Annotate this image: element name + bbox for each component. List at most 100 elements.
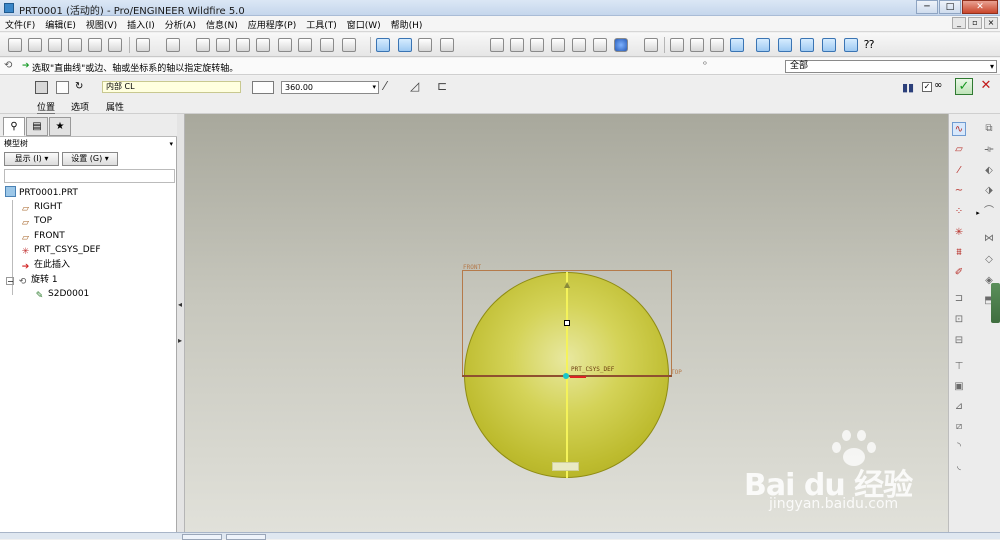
context-help-icon[interactable]: ⁇ <box>864 38 878 52</box>
menu-applications[interactable]: 应用程序(P) <box>243 16 301 31</box>
trim-tool-icon[interactable]: ⬗ <box>982 184 996 198</box>
tree-item-right[interactable]: ▱ RIGHT <box>20 200 62 214</box>
mdi-close-button[interactable]: × <box>984 17 998 29</box>
menu-insert[interactable]: 插入(I) <box>122 16 160 31</box>
model-tree-tab-icon[interactable]: ⚲ <box>3 117 25 136</box>
email-link-icon[interactable] <box>108 38 122 52</box>
datum-axis-tool-icon[interactable]: ⁄ <box>952 164 966 178</box>
merge-tool-icon[interactable]: ⬖ <box>982 164 996 178</box>
tab-placement[interactable]: 位置 <box>37 100 56 114</box>
regenerate-manager-icon[interactable] <box>298 38 312 52</box>
hole-tool-icon[interactable]: ⊤ <box>952 360 966 374</box>
taskbar-item[interactable] <box>226 534 266 540</box>
sketch-view-icon[interactable] <box>376 38 390 52</box>
annotation-display-icon[interactable] <box>844 38 858 52</box>
collapse-icon[interactable]: − <box>6 277 14 286</box>
layers-icon[interactable] <box>593 38 607 52</box>
tab-properties[interactable]: 属性 <box>106 100 124 113</box>
chevron-down-icon[interactable]: ▾ <box>169 138 173 150</box>
cancel-button[interactable]: ✕ <box>977 78 995 95</box>
flip-angle-icon[interactable]: ⁄ <box>384 79 386 93</box>
analysis-tool-icon[interactable]: ⩩ <box>952 246 966 260</box>
view-manager-icon[interactable] <box>644 38 658 52</box>
favorites-tab-icon[interactable]: ★ <box>49 117 71 136</box>
tree-item-csys[interactable]: ✳ PRT_CSYS_DEF <box>20 243 101 257</box>
regenerate-icon[interactable] <box>278 38 292 52</box>
mdi-minimize-button[interactable]: _ <box>952 17 966 29</box>
angle-input[interactable]: 360.00 ▾ <box>281 81 379 94</box>
plane-display-icon[interactable] <box>756 38 770 52</box>
extend-tool-icon[interactable]: ⋈ <box>982 232 996 246</box>
minimize-button[interactable]: ─ <box>916 0 938 14</box>
appearance-icon[interactable] <box>614 38 628 52</box>
save-icon[interactable] <box>48 38 62 52</box>
spin-center-icon[interactable] <box>418 38 432 52</box>
axis-display-icon[interactable] <box>778 38 792 52</box>
no-hidden-icon[interactable] <box>710 38 724 52</box>
flyout-arrow-icon[interactable]: ▸ <box>971 206 985 220</box>
point-display-icon[interactable] <box>800 38 814 52</box>
folder-browser-tab-icon[interactable]: ▤ <box>26 117 48 136</box>
remove-material-icon[interactable]: ◿ <box>410 79 419 93</box>
variable-sweep-icon[interactable]: ⊟ <box>952 334 966 348</box>
rib-tool-icon[interactable]: ⊿ <box>952 400 966 414</box>
side-panel-grip[interactable] <box>991 283 1000 323</box>
undo-icon[interactable] <box>136 38 150 52</box>
print-icon[interactable] <box>68 38 82 52</box>
hidden-line-icon[interactable] <box>690 38 704 52</box>
round-tool-icon[interactable]: ◝ <box>952 440 966 454</box>
mirror-tool-icon[interactable]: ⟛ <box>982 143 996 157</box>
draft-tool-icon[interactable]: ⧄ <box>952 420 966 434</box>
refit-icon[interactable] <box>530 38 544 52</box>
redo-icon[interactable] <box>166 38 180 52</box>
mdi-restore-button[interactable]: ▫ <box>968 17 982 29</box>
menu-tools[interactable]: 工具(T) <box>301 16 342 31</box>
shell-tool-icon[interactable]: ▣ <box>952 380 966 394</box>
tree-item-front[interactable]: ▱ FRONT <box>20 229 65 243</box>
angle-dimension-box[interactable] <box>552 462 579 471</box>
axis-collector-field[interactable]: 内部 CL <box>102 81 241 93</box>
selection-box-icon[interactable] <box>342 38 356 52</box>
tree-item-part[interactable]: PRT0001.PRT <box>5 186 78 200</box>
reorient-icon[interactable] <box>551 38 565 52</box>
style-icon[interactable]: ∿ <box>952 122 966 136</box>
verify-glasses-icon[interactable]: ∞ <box>934 80 942 91</box>
menu-view[interactable]: 视图(V) <box>81 16 122 31</box>
zoom-in-icon[interactable] <box>490 38 504 52</box>
tab-options[interactable]: 选项 <box>71 100 89 113</box>
menu-analysis[interactable]: 分析(A) <box>160 16 201 31</box>
datum-curve-tool-icon[interactable]: ∼ <box>952 184 966 198</box>
open-file-icon[interactable] <box>28 38 42 52</box>
flip-direction-icon[interactable]: ↻ <box>75 81 88 94</box>
angle-type-icon[interactable] <box>252 81 274 94</box>
display-button[interactable]: 显示 (I) ▾ <box>4 152 59 166</box>
menu-help[interactable]: 帮助(H) <box>386 16 428 31</box>
datum-point-tool-icon[interactable]: ⁘ <box>952 205 966 219</box>
revolve-tool-icon[interactable]: ⊡ <box>952 313 966 327</box>
shading-icon[interactable] <box>730 38 744 52</box>
tree-item-insert-here[interactable]: ➔ 在此插入 <box>20 258 70 272</box>
extrude-tool-icon[interactable]: ⊐ <box>952 292 966 306</box>
menu-info[interactable]: 信息(N) <box>201 16 243 31</box>
close-button[interactable]: ✕ <box>962 0 998 14</box>
paste-special-icon[interactable] <box>256 38 270 52</box>
csys-tool-icon[interactable]: ✳ <box>952 226 966 240</box>
tree-item-sketch[interactable]: ✎ S2D0001 <box>34 287 90 301</box>
chamfer-tool-icon[interactable]: ◟ <box>952 460 966 474</box>
zoom-out-icon[interactable] <box>510 38 524 52</box>
thicken-icon[interactable]: ⊏ <box>437 79 447 93</box>
copy-feature-icon[interactable]: ⧉ <box>982 122 996 136</box>
new-file-icon[interactable] <box>8 38 22 52</box>
menu-file[interactable]: 文件(F) <box>0 16 40 31</box>
tree-item-top[interactable]: ▱ TOP <box>20 214 52 228</box>
solid-option-icon[interactable] <box>35 81 48 94</box>
orient-icon[interactable] <box>440 38 454 52</box>
wireframe-icon[interactable] <box>670 38 684 52</box>
accept-button[interactable]: ✓ <box>955 78 973 95</box>
csys-display-icon[interactable] <box>822 38 836 52</box>
email-icon[interactable] <box>88 38 102 52</box>
menu-window[interactable]: 窗口(W) <box>342 16 386 31</box>
sketch-tool-icon[interactable]: ✐ <box>952 266 966 280</box>
datum-display-icon[interactable] <box>398 38 412 52</box>
tree-filter-input[interactable] <box>4 169 175 183</box>
